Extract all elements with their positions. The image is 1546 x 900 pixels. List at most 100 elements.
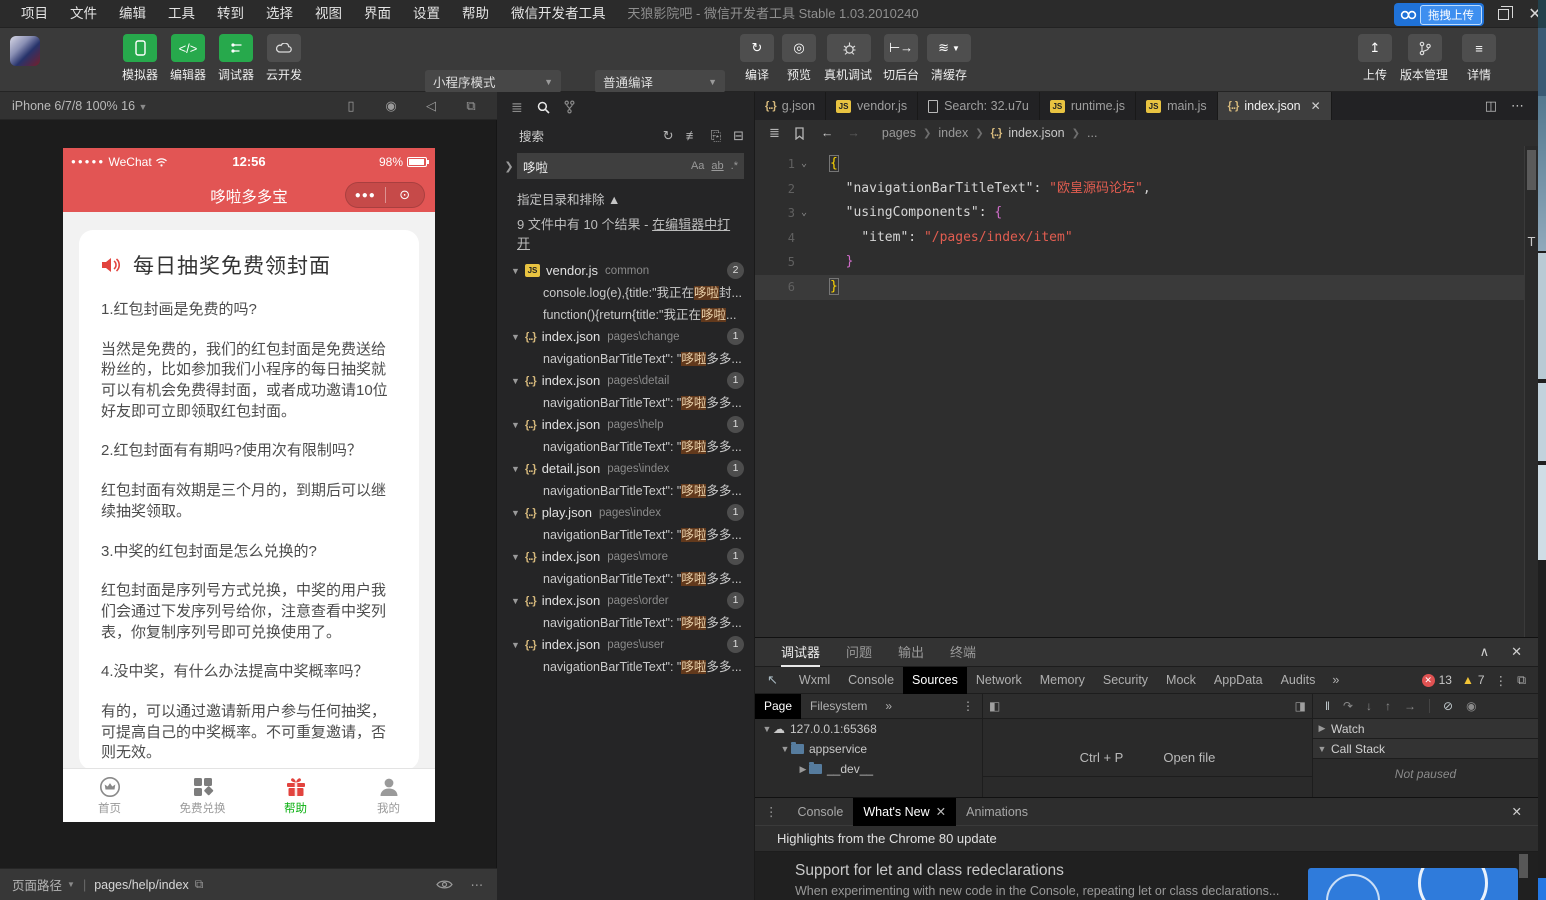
debugger-toggle-button[interactable]: 调试器	[212, 34, 260, 83]
simulator-toggle-button[interactable]: 模拟器	[116, 34, 164, 83]
search-result-file[interactable]: ▼{..}index.jsonpages\user1	[497, 634, 754, 656]
close-tab-icon[interactable]: ✕	[1311, 99, 1321, 113]
mute-icon[interactable]: ◁	[411, 98, 451, 114]
menu-edit[interactable]: 编辑	[108, 0, 157, 28]
inspect-icon[interactable]: ↖	[767, 672, 778, 688]
clear-cache-button[interactable]: ≋▼ 清缓存	[925, 34, 973, 83]
search-result-match[interactable]: navigationBarTitleText": "哆啦多多...	[497, 612, 754, 634]
resume-icon[interactable]: ↷	[1343, 699, 1353, 713]
fold-icon[interactable]: ⌄	[801, 201, 807, 226]
search-result-match[interactable]: navigationBarTitleText": "哆啦多多...	[497, 524, 754, 546]
git-icon[interactable]	[564, 100, 575, 114]
tab-search-editor[interactable]: Search: 32.u7u	[918, 92, 1040, 120]
tab-help[interactable]: 帮助	[249, 769, 342, 822]
drawer-menu-icon[interactable]: ⋮	[755, 804, 788, 819]
search-result-match[interactable]: navigationBarTitleText": "哆啦多多...	[497, 392, 754, 414]
regex-icon[interactable]: .*	[731, 160, 738, 172]
tab-appdata[interactable]: AppData	[1205, 667, 1272, 694]
tab-network[interactable]: Network	[967, 667, 1031, 694]
tab-filesystem[interactable]: Filesystem	[801, 694, 876, 719]
tab-mock[interactable]: Mock	[1157, 667, 1205, 694]
search-input[interactable]: 哆啦 Aa ab .*	[517, 153, 744, 179]
fold-icon[interactable]: ⌄	[801, 152, 807, 177]
tab-main-js[interactable]: JSmain.js	[1136, 92, 1218, 120]
background-switch-button[interactable]: ⊢→ 切后台	[877, 34, 925, 83]
error-badge[interactable]: ✕13	[1422, 673, 1452, 687]
drawer-tab-console[interactable]: Console	[788, 798, 854, 826]
match-case-icon[interactable]: Aa	[691, 160, 704, 172]
crumb-pages[interactable]: pages	[882, 126, 916, 140]
menu-select[interactable]: 选择	[255, 0, 304, 28]
tree-item-appservice[interactable]: ▼appservice	[755, 739, 982, 759]
clear-results-icon[interactable]: ≢	[686, 128, 699, 144]
record-icon[interactable]: ◉	[371, 98, 411, 114]
warning-badge[interactable]: ▲7	[1462, 673, 1485, 687]
menu-settings[interactable]: 设置	[402, 0, 451, 28]
search-result-match[interactable]: console.log(e),{title:"我正在哆啦封...	[497, 282, 754, 304]
bookmark-icon[interactable]	[794, 127, 805, 140]
toggle-replace-icon[interactable]: ❯	[501, 160, 517, 173]
search-result-match[interactable]: navigationBarTitleText": "哆啦多多...	[497, 656, 754, 678]
outline-icon[interactable]: ≣	[769, 125, 780, 141]
menu-file[interactable]: 文件	[59, 0, 108, 28]
search-result-file[interactable]: ▼JSvendor.jscommon2	[497, 260, 754, 282]
rotate-device-icon[interactable]: ▯	[331, 98, 371, 114]
menu-project[interactable]: 项目	[10, 0, 59, 28]
whole-word-icon[interactable]: ab	[711, 160, 723, 172]
crumb-more[interactable]: ...	[1087, 126, 1097, 140]
search-result-match[interactable]: navigationBarTitleText": "哆啦多多...	[497, 348, 754, 370]
details-button[interactable]: ≡ 详情	[1455, 34, 1503, 83]
devtools-menu-icon[interactable]: ⋮	[1495, 673, 1508, 688]
code-editor[interactable]: 1⌄{ 2 "navigationBarTitleText": "欧皇源码论坛"…	[755, 146, 1524, 637]
crumb-index[interactable]: index	[938, 126, 968, 140]
collapse-panel-icon[interactable]: ∧	[1480, 644, 1490, 660]
collapse-all-icon[interactable]: ⊟	[733, 128, 744, 144]
copy-path-icon[interactable]: ⧉	[195, 877, 204, 892]
search-result-match[interactable]: navigationBarTitleText": "哆啦多多...	[497, 480, 754, 502]
eye-icon[interactable]	[436, 879, 453, 890]
project-avatar[interactable]	[10, 36, 40, 66]
split-editor-icon[interactable]: ◫	[1485, 98, 1497, 114]
watch-section[interactable]: ▶Watch	[1313, 719, 1538, 739]
show-debugger-icon[interactable]: ◨	[1295, 699, 1306, 713]
call-stack-section[interactable]: ▼Call Stack	[1313, 739, 1538, 759]
menu-view[interactable]: 视图	[304, 0, 353, 28]
tab-console[interactable]: Console	[839, 667, 903, 694]
menu-devtools[interactable]: 微信开发者工具	[500, 0, 617, 28]
tab-wxml[interactable]: Wxml	[790, 667, 839, 694]
menu-goto[interactable]: 转到	[206, 0, 255, 28]
tab-page[interactable]: Page	[755, 694, 801, 719]
undock-icon[interactable]: ⧉	[1517, 673, 1526, 688]
search-result-file[interactable]: ▼{..}index.jsonpages\order1	[497, 590, 754, 612]
page-path-label[interactable]: 页面路径	[0, 875, 62, 894]
tab-output[interactable]: 输出	[898, 638, 924, 667]
drawer-tab-animations[interactable]: Animations	[956, 798, 1038, 826]
tab-security[interactable]: Security	[1094, 667, 1157, 694]
open-in-editor-icon[interactable]: ⎘	[711, 128, 721, 144]
dir-filter-toggle[interactable]: 指定目录和排除 ▲	[497, 183, 754, 210]
search-result-file[interactable]: ▼{..}index.jsonpages\help1	[497, 414, 754, 436]
step-icon[interactable]: →	[1404, 699, 1416, 713]
cloud-dev-button[interactable]: 云开发	[260, 34, 308, 83]
device-selector[interactable]: iPhone 6/7/8 100% 16 ▼	[0, 99, 147, 113]
tab-memory[interactable]: Memory	[1031, 667, 1094, 694]
search-result-match[interactable]: navigationBarTitleText": "哆啦多多...	[497, 436, 754, 458]
more-menu-icon[interactable]: ●●●	[346, 190, 385, 201]
tab-terminal[interactable]: 终端	[950, 638, 976, 667]
pause-icon[interactable]: ‖	[1325, 699, 1330, 713]
tab-mine[interactable]: 我的	[342, 769, 435, 822]
editor-toggle-button[interactable]: </> 编辑器	[164, 34, 212, 83]
tab-home[interactable]: 首页	[63, 769, 156, 822]
menu-interface[interactable]: 界面	[353, 0, 402, 28]
hide-navigator-icon[interactable]: ◧	[989, 699, 1000, 713]
window-restore-button[interactable]	[1486, 0, 1520, 28]
search-result-match[interactable]: navigationBarTitleText": "哆啦多多...	[497, 568, 754, 590]
tab-audits[interactable]: Audits	[1272, 667, 1325, 694]
tree-item-host[interactable]: ▼☁127.0.0.1:65368	[755, 719, 982, 739]
search-result-file[interactable]: ▼{..}index.jsonpages\more1	[497, 546, 754, 568]
search-result-file[interactable]: ▼{..}index.jsonpages\detail1	[497, 370, 754, 392]
netdisk-drag-upload-widget[interactable]: 拖拽上传	[1394, 3, 1484, 26]
deactivate-breakpoints-icon[interactable]: ⊘	[1443, 699, 1453, 713]
scrollbar-thumb[interactable]	[1527, 150, 1536, 190]
close-panel-icon[interactable]: ✕	[1511, 644, 1522, 660]
